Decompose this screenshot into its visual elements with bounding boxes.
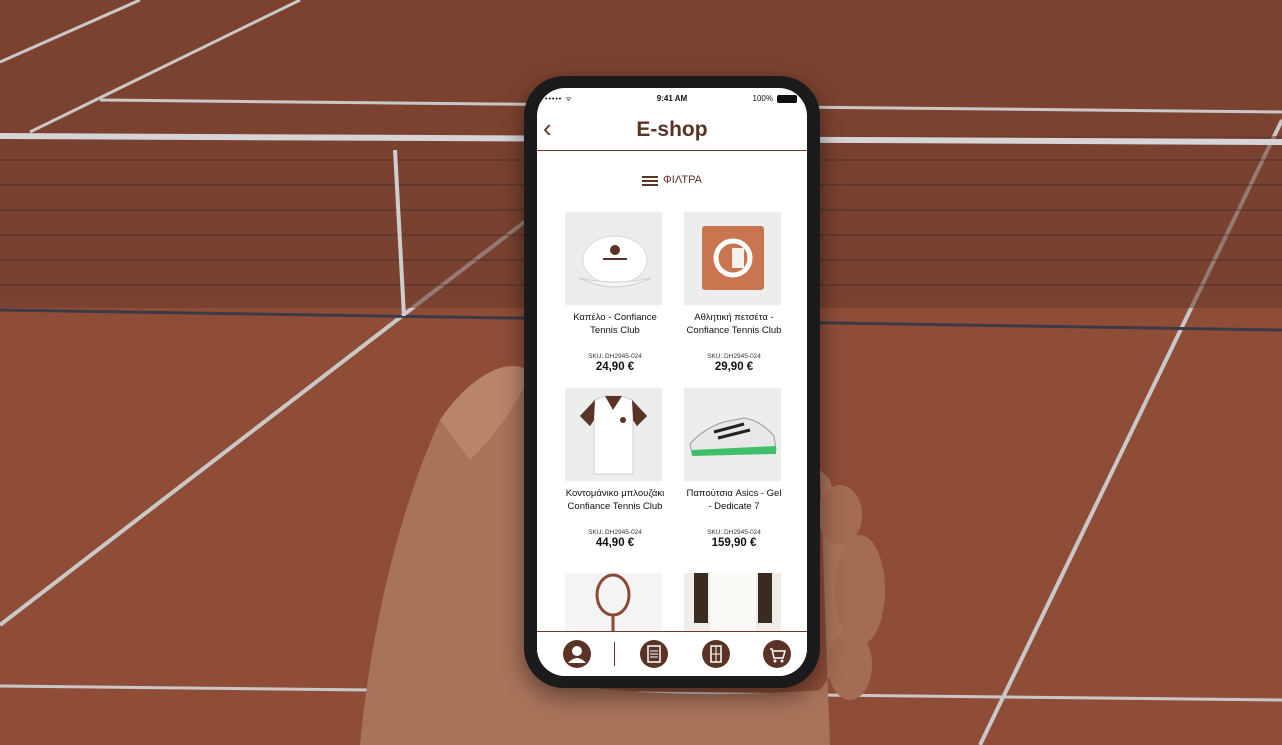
nav-bar: ‹ E-shop (537, 110, 807, 151)
cap-image (565, 212, 662, 305)
cart-icon[interactable] (763, 640, 791, 668)
product-price: 29,90 € (714, 361, 754, 373)
menu-icon (642, 175, 659, 186)
battery-icon (777, 95, 797, 103)
shoe-image (684, 388, 781, 481)
status-bar: ••••• ᯤ 9:41 AM 100% (537, 88, 807, 110)
product-card[interactable]: Καπέλο - Confiance Tennis Club SKU: DH29… (565, 212, 665, 373)
polo-shirt-image (565, 388, 662, 481)
racket-image[interactable] (565, 573, 662, 637)
product-price: 24,90 € (595, 361, 635, 373)
user-icon[interactable] (563, 640, 591, 668)
product-name: Παπούτσια Asics - Gel - Dedicate 7 (686, 488, 782, 512)
bottom-nav-bar (537, 631, 807, 676)
court-icon[interactable] (702, 640, 730, 668)
page-title: E-shop (636, 118, 708, 141)
nav-divider (614, 642, 615, 666)
product-card[interactable]: Κοντομάνικο μπλουζάκι Confiance Tennis C… (565, 388, 665, 549)
product-name: Κοντομάνικο μπλουζάκι Confiance Tennis C… (565, 488, 665, 512)
product-name: Αθλητική πετσέτα - Confiance Tennis Club (686, 312, 782, 336)
shorts-image[interactable] (684, 573, 781, 637)
filters-label: ΦΙΛΤΡΑ (663, 174, 702, 186)
product-sku: SKU: DH2945-024 (588, 529, 642, 536)
product-price: 159,90 € (711, 537, 757, 549)
product-card[interactable]: Παπούτσια Asics - Gel - Dedicate 7 SKU: … (684, 388, 784, 549)
towel-image (684, 212, 781, 305)
product-name: Καπέλο - Confiance Tennis Club (573, 312, 657, 336)
phone-screen: ••••• ᯤ 9:41 AM 100% ‹ E-shop ΦΙΛΤΡΑ Καπ… (537, 88, 807, 676)
product-sku: SKU: DH2945-024 (707, 353, 761, 360)
product-price: 44,90 € (595, 537, 635, 549)
battery-percent: 100% (752, 94, 773, 103)
list-icon[interactable] (640, 640, 668, 668)
filters-button[interactable]: ΦΙΛΤΡΑ (537, 174, 807, 188)
product-card[interactable]: Αθλητική πετσέτα - Confiance Tennis Club… (684, 212, 784, 373)
product-sku: SKU: DH2945-024 (588, 353, 642, 360)
product-sku: SKU: DH2945-024 (707, 529, 761, 536)
